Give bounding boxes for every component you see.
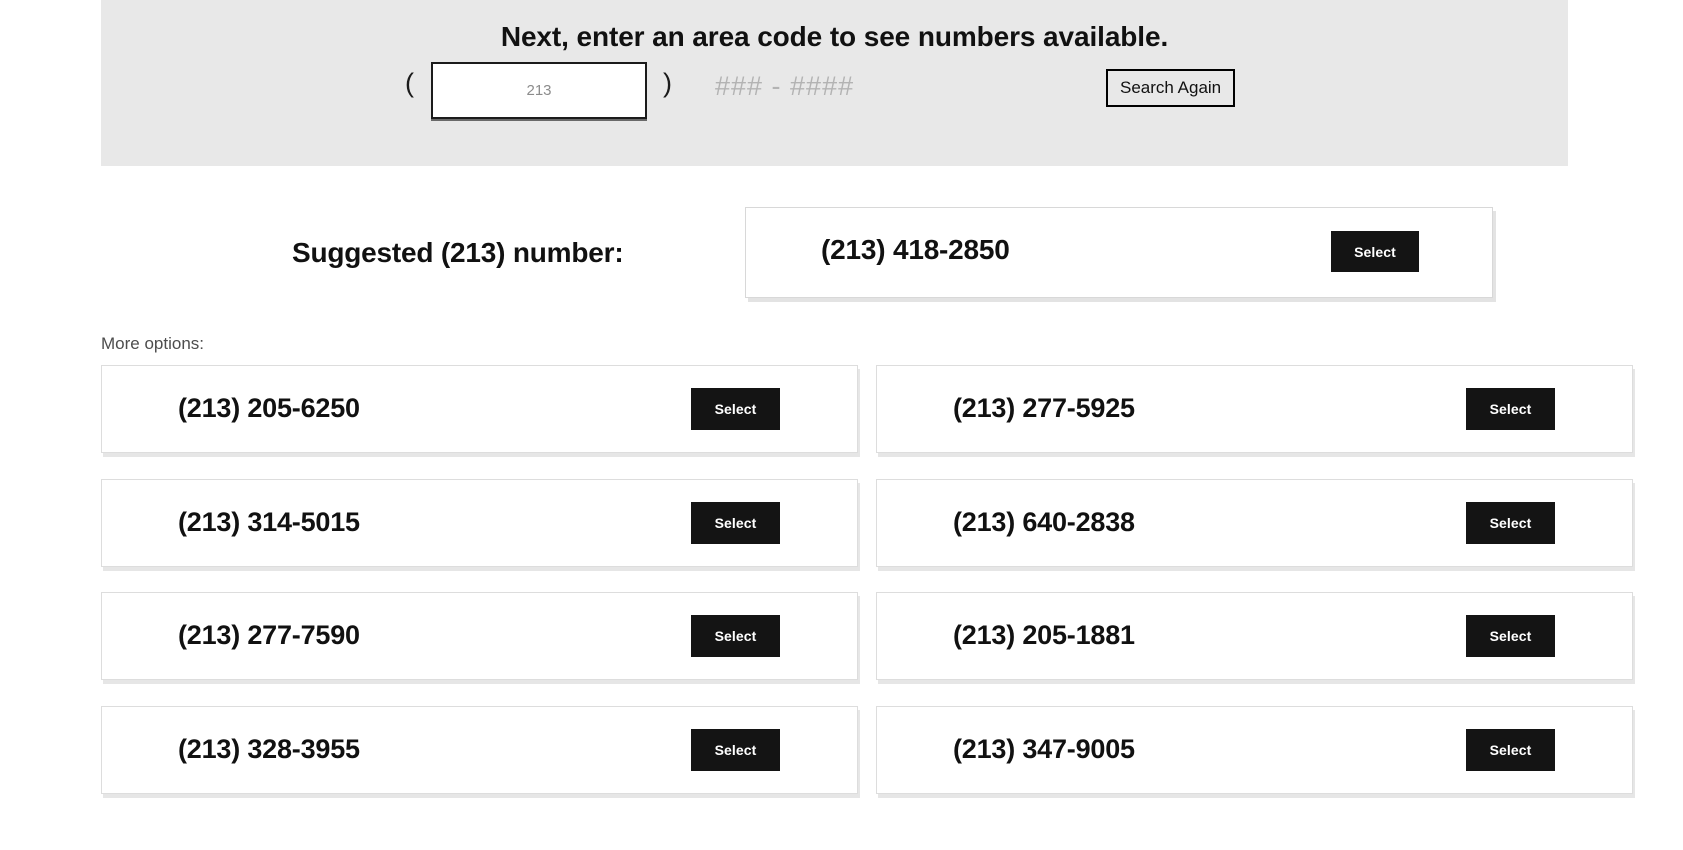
number-option-value: (213) 205-6250 — [178, 393, 360, 423]
number-option-value: (213) 640-2838 — [953, 507, 1135, 537]
select-button-option[interactable]: Select — [1466, 729, 1555, 771]
select-button-option[interactable]: Select — [1466, 502, 1555, 544]
number-option-value: (213) 277-5925 — [953, 393, 1135, 423]
select-button-option[interactable]: Select — [1466, 388, 1555, 430]
number-option-card[interactable]: (213) 314-5015 Select — [101, 479, 858, 567]
number-option-card[interactable]: (213) 347-9005 Select — [876, 706, 1633, 794]
number-option-value: (213) 277-7590 — [178, 620, 360, 650]
number-option-card[interactable]: (213) 277-5925 Select — [876, 365, 1633, 453]
suggested-number-value: (213) 418-2850 — [821, 234, 1010, 265]
search-banner: Next, enter an area code to see numbers … — [101, 0, 1568, 166]
close-paren-label: ) — [663, 68, 672, 98]
area-code-input[interactable] — [431, 62, 647, 119]
more-options-label: More options: — [101, 334, 204, 353]
select-button-option[interactable]: Select — [1466, 615, 1555, 657]
number-option-value: (213) 347-9005 — [953, 734, 1135, 764]
select-button-option[interactable]: Select — [691, 615, 780, 657]
banner-heading: Next, enter an area code to see numbers … — [500, 21, 1169, 52]
number-option-value: (213) 205-1881 — [953, 620, 1135, 650]
number-option-card[interactable]: (213) 640-2838 Select — [876, 479, 1633, 567]
number-option-card[interactable]: (213) 277-7590 Select — [101, 592, 858, 680]
number-option-card[interactable]: (213) 205-1881 Select — [876, 592, 1633, 680]
select-button-suggested[interactable]: Select — [1331, 231, 1419, 272]
phone-number-mask: ### - #### — [715, 71, 855, 101]
number-option-value: (213) 328-3955 — [178, 734, 360, 764]
number-option-value: (213) 314-5015 — [178, 507, 360, 537]
suggested-number-row: Suggested (213) number: (213) 418-2850 S… — [0, 207, 1683, 299]
suggested-number-label: Suggested (213) number: — [292, 237, 624, 268]
select-button-option[interactable]: Select — [691, 502, 780, 544]
number-option-card[interactable]: (213) 205-6250 Select — [101, 365, 858, 453]
search-again-button[interactable]: Search Again — [1106, 69, 1236, 107]
select-button-option[interactable]: Select — [691, 388, 780, 430]
suggested-number-card[interactable]: (213) 418-2850 Select — [745, 207, 1493, 298]
select-button-option[interactable]: Select — [691, 729, 780, 771]
number-options-grid: (213) 205-6250 Select (213) 277-5925 Sel… — [101, 365, 1683, 850]
open-paren-label: ( — [405, 68, 414, 98]
phone-entry-row: ( ) ### - #### Search Again — [101, 62, 1568, 126]
number-option-card[interactable]: (213) 328-3955 Select — [101, 706, 858, 794]
number-picker-page: Next, enter an area code to see numbers … — [0, 0, 1683, 850]
